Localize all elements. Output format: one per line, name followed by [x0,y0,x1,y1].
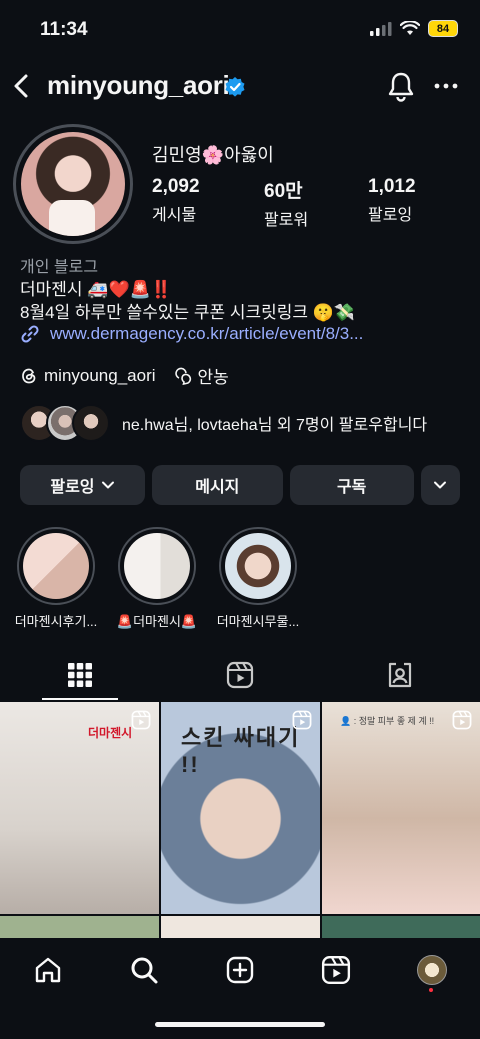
post-thumbnail[interactable]: 더마젠시 [0,702,159,914]
battery-indicator: 84 [428,20,458,37]
profile-avatar [417,955,447,985]
mutual-followers[interactable]: ne.hwa님, lovtaeha님 외 7명이 팔로우합니다 [20,404,427,442]
bio-link-text: www.dermagency.co.kr/article/event/8/3..… [50,324,364,343]
reels-icon [321,955,351,985]
highlight-label: 더마젠시무물... [216,614,300,629]
link-icon [21,325,39,343]
nav-home[interactable] [28,950,68,990]
threads-note[interactable]: 안농 [174,363,229,388]
tab-reels[interactable] [160,650,320,700]
profile-category: 개인 블로그 [20,259,99,276]
highlight-image [225,533,291,599]
bio-link[interactable]: www.dermagency.co.kr/article/event/8/3..… [20,324,363,344]
search-icon [131,957,158,984]
post-title-text: 더마젠시 [88,726,133,740]
status-time: 11:34 [40,19,88,40]
display-name: 김민영🌸아옳이 [152,145,274,165]
message-button-label: 메시지 [195,479,240,496]
more-options-button[interactable] [432,72,460,100]
post-caption-text: 👤 : 정말 피부 좋 제 계 !! [340,716,435,726]
profile-picture[interactable] [13,124,133,244]
more-horizontal-icon [434,83,458,89]
highlight-image [23,533,89,599]
highlight-label: 🚨더마젠시🚨 [116,614,198,629]
mutual-followers-text: ne.hwa님, lovtaeha님 외 7명이 팔로우합니다 [122,417,428,434]
post-thumbnail[interactable]: 스킨 싸대기 !! [161,702,320,914]
wifi-icon [400,21,420,35]
reel-badge-icon [452,710,472,730]
followers-stat[interactable]: 60만 팔로워 [264,176,308,230]
subscribe-button[interactable]: 구독 [289,465,414,505]
following-button[interactable]: 팔로잉 [20,465,145,505]
threads-row: minyoung_aori 안농 [20,363,229,388]
mutual-avatar-3 [72,404,110,442]
highlight-cover [118,527,196,605]
highlight-item[interactable]: 더마젠시무물... [208,527,308,630]
bio-line-2: 8월4일 하루만 쓸수있는 쿠폰 시크릿링크 🤫💸 [20,303,356,322]
profile-actions: 팔로잉 메시지 구독 [20,465,460,505]
active-tab-indicator [42,698,118,700]
nav-search[interactable] [124,950,164,990]
profile-tabs [0,650,480,700]
notification-dot [429,988,433,992]
nav-profile[interactable] [412,950,452,990]
status-bar: 11:34 84 [0,0,480,60]
posts-count: 2,092 [152,176,200,197]
bio-line-1: 더마젠시 🚑❤️🚨‼️ [20,280,172,299]
profile-photo [21,132,125,236]
highlight-cover [17,527,95,605]
note-bubble-icon [174,367,191,385]
tagged-person-icon [388,662,412,688]
status-icons: 84 [370,20,458,37]
followers-count: 60만 [264,181,303,202]
highlight-cover [219,527,297,605]
battery-level: 84 [436,22,450,35]
following-label: 팔로잉 [368,207,413,224]
suggested-accounts-button[interactable] [420,465,460,505]
chevron-left-icon [14,74,28,98]
highlight-item[interactable]: 🚨더마젠시🚨 [107,527,207,630]
threads-icon [22,368,36,383]
chevron-down-icon [434,481,447,489]
posts-label: 게시물 [152,207,197,224]
home-icon [35,957,61,983]
post-thumbnail[interactable]: 👤 : 정말 피부 좋 제 계 !! [322,702,480,914]
threads-note-text: 안농 [197,368,229,387]
reel-badge-icon [292,710,312,730]
grid-icon [68,663,92,687]
profile-header: minyoung_aori [0,62,480,110]
home-indicator[interactable] [155,1022,325,1027]
tab-tagged[interactable] [320,650,480,700]
posts-stat[interactable]: 2,092 게시물 [152,176,200,225]
back-button[interactable] [8,70,36,102]
verified-badge-icon [225,77,245,97]
reels-icon [226,661,254,689]
cellular-signal-icon [370,21,392,36]
message-button[interactable]: 메시지 [151,465,283,505]
following-stat[interactable]: 1,012 팔로잉 [368,176,416,225]
posts-grid: 더마젠시 스킨 싸대기 !! 👤 : 정말 피부 좋 제 계 !! [0,702,480,942]
story-highlights: 더마젠시후기... 🚨더마젠시🚨 더마젠시무물... [0,527,480,637]
highlight-image [124,533,190,599]
nav-reels[interactable] [316,950,356,990]
username-title: minyoung_aori [47,70,230,100]
chevron-down-icon [101,481,114,489]
reel-badge-icon [131,710,151,730]
following-button-label: 팔로잉 [50,479,95,496]
plus-square-icon [226,956,254,984]
following-count: 1,012 [368,176,416,197]
subscribe-button-label: 구독 [336,479,367,496]
threads-handle: minyoung_aori [44,365,156,385]
nav-create[interactable] [220,950,260,990]
notifications-button[interactable] [386,70,416,102]
bell-icon [388,72,414,102]
highlight-item[interactable]: 더마젠시후기... [6,527,106,630]
highlight-label: 더마젠시후기... [14,614,98,629]
threads-link[interactable]: minyoung_aori [20,366,156,386]
tab-posts[interactable] [0,650,160,700]
followers-label: 팔로워 [264,212,309,229]
